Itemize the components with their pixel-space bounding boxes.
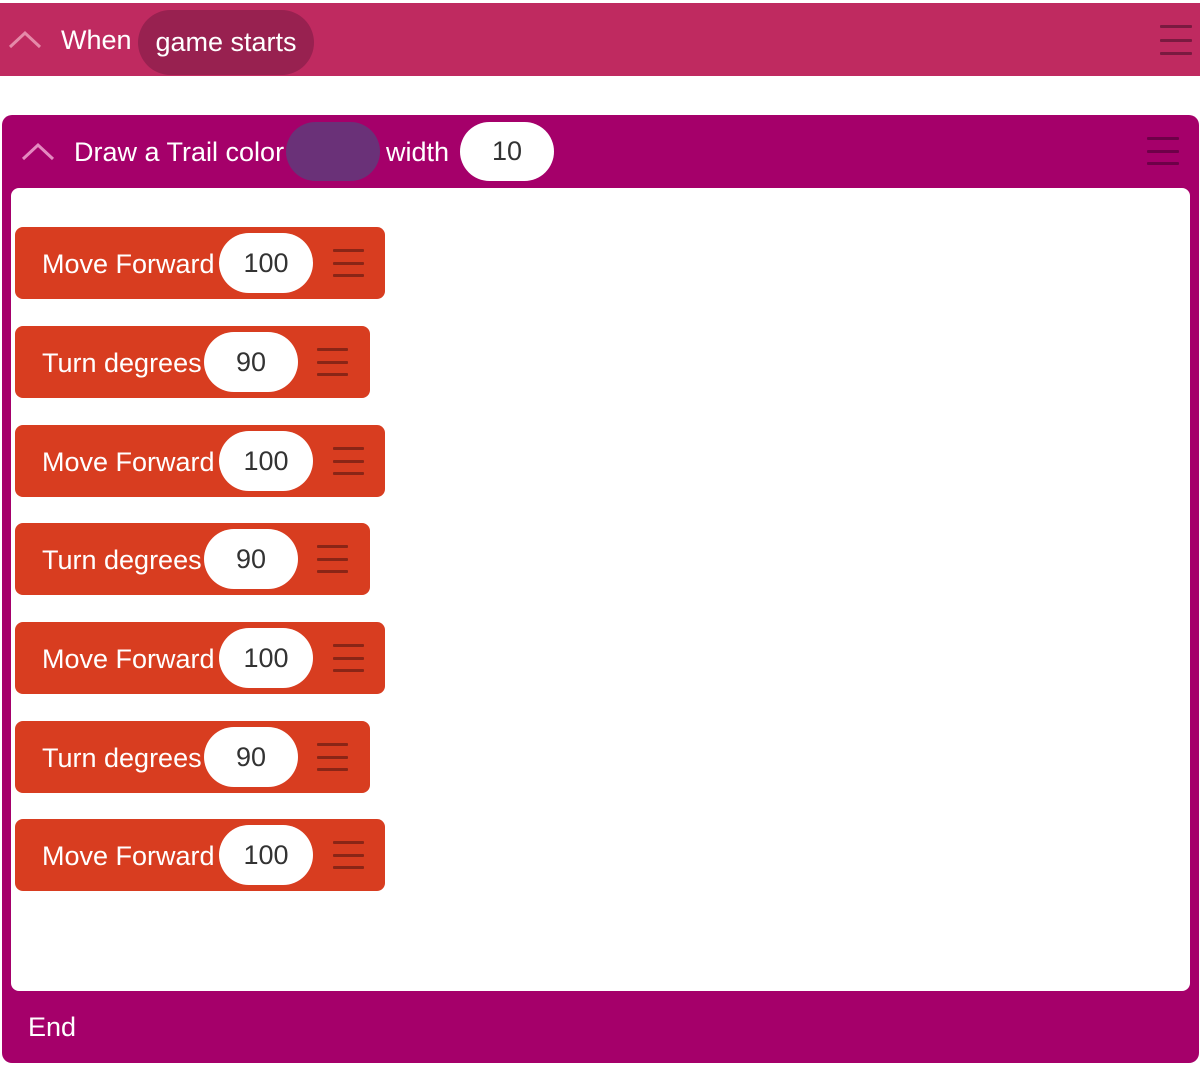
move-forward-block[interactable]: Move Forward 100 — [15, 425, 385, 497]
command-label: Move Forward — [42, 644, 215, 674]
degrees-input[interactable]: 90 — [204, 529, 298, 589]
move-forward-block[interactable]: Move Forward 100 — [15, 819, 385, 891]
menu-icon[interactable] — [317, 743, 348, 771]
menu-icon[interactable] — [333, 447, 364, 475]
turn-degrees-block[interactable]: Turn degrees 90 — [15, 721, 370, 793]
command-label: Move Forward — [42, 841, 215, 871]
event-block[interactable]: When game starts — [0, 3, 1200, 76]
distance-input[interactable]: 100 — [219, 628, 313, 688]
menu-icon[interactable] — [333, 249, 364, 277]
command-label: Move Forward — [42, 447, 215, 477]
trail-color-picker[interactable] — [286, 122, 380, 181]
chevron-up-icon[interactable] — [21, 141, 55, 161]
command-label: Turn degrees — [42, 743, 202, 773]
menu-icon[interactable] — [1160, 25, 1192, 55]
distance-input[interactable]: 100 — [219, 825, 313, 885]
degrees-input[interactable]: 90 — [204, 727, 298, 787]
command-list: Move Forward 100 Turn degrees 90 Move Fo… — [11, 188, 1190, 991]
menu-icon[interactable] — [317, 348, 348, 376]
turn-degrees-block[interactable]: Turn degrees 90 — [15, 326, 370, 398]
width-label: width — [386, 137, 450, 167]
draw-trail-label: Draw a Trail color — [74, 137, 285, 167]
distance-input[interactable]: 100 — [219, 431, 313, 491]
distance-input[interactable]: 100 — [219, 233, 313, 293]
move-forward-block[interactable]: Move Forward 100 — [15, 622, 385, 694]
degrees-input[interactable]: 90 — [204, 332, 298, 392]
menu-icon[interactable] — [333, 644, 364, 672]
command-label: Move Forward — [42, 249, 215, 279]
command-label: Turn degrees — [42, 348, 202, 378]
menu-icon[interactable] — [1147, 137, 1179, 165]
menu-icon[interactable] — [333, 841, 364, 869]
width-input[interactable]: 10 — [460, 122, 554, 181]
command-label: Turn degrees — [42, 545, 202, 575]
menu-icon[interactable] — [317, 545, 348, 573]
event-selector[interactable]: game starts — [138, 10, 314, 75]
turn-degrees-block[interactable]: Turn degrees 90 — [15, 523, 370, 595]
event-label: When — [61, 25, 132, 55]
draw-trail-block[interactable]: Draw a Trail color width 10 Move Forward… — [2, 115, 1199, 1063]
chevron-up-icon[interactable] — [8, 29, 42, 49]
move-forward-block[interactable]: Move Forward 100 — [15, 227, 385, 299]
end-label: End — [28, 1012, 77, 1042]
